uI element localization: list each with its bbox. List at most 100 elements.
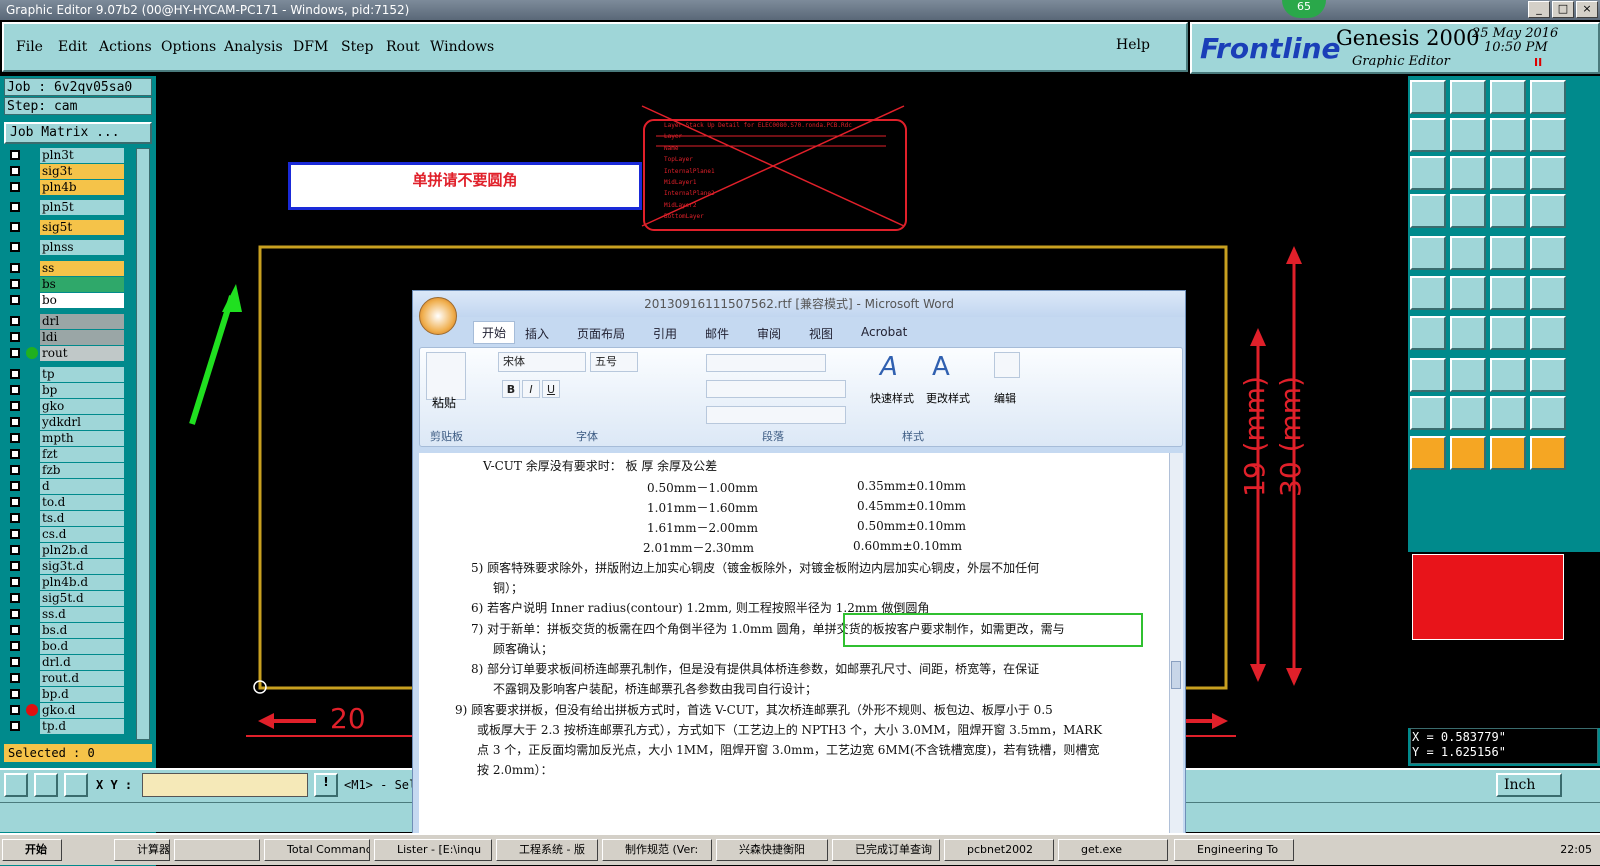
quick-style-label[interactable]: 快速样式 [870,390,914,406]
word-scroll-thumb[interactable] [1171,661,1181,689]
layer-checkbox[interactable] [10,481,20,491]
change-style-icon[interactable]: A [932,352,972,388]
triangle-icon[interactable] [1410,396,1446,430]
save-icon[interactable] [1410,80,1446,114]
mini-view-board[interactable] [1412,554,1564,640]
layer-row-to.d[interactable]: to.d [8,495,124,510]
window-icon[interactable] [1530,80,1566,114]
menu-windows[interactable]: Windows [430,39,494,55]
zoom-left-icon[interactable] [1410,118,1446,152]
layer-row-sig5t.d[interactable]: sig5t.d [8,591,124,606]
text-icon[interactable] [1490,396,1526,430]
layer-checkbox[interactable] [10,449,20,459]
word-scrollbar[interactable] [1169,453,1183,836]
taskbar-item[interactable]: 制作规范 (Ver: [602,839,712,861]
menu-rout[interactable]: Rout [386,39,420,55]
maximize-button[interactable]: □ [1552,1,1574,18]
layer-row-bp[interactable]: bp [8,383,124,398]
layer-row-fzb[interactable]: fzb [8,463,124,478]
shading-buttons[interactable] [706,406,846,424]
menu-dfm[interactable]: DFM [293,39,328,55]
layer-row-bs[interactable]: bs [8,277,124,292]
fit-icon[interactable] [1410,156,1446,190]
layer-row-ss[interactable]: ss [8,261,124,276]
layer-row-bo[interactable]: bo [8,293,124,308]
layers-icon[interactable] [1490,194,1526,228]
bold-button[interactable]: B [502,380,520,398]
align-buttons[interactable] [706,380,846,398]
resize-icon[interactable] [1490,358,1526,392]
layer-checkbox[interactable] [10,641,20,651]
underline-button[interactable]: U [542,380,560,398]
layer-row-bp.d[interactable]: bp.d [8,687,124,702]
layer-checkbox[interactable] [10,433,20,443]
layer-checkbox[interactable] [10,385,20,395]
word-tab-1[interactable]: 插入 [525,325,549,342]
layer-checkbox[interactable] [10,401,20,411]
layer-row-ts.d[interactable]: ts.d [8,511,124,526]
delete-icon[interactable] [1450,276,1486,310]
layer-row-pln4b[interactable]: pln4b [8,180,124,195]
arrow-icon[interactable] [1410,436,1446,470]
list-buttons[interactable] [706,354,826,372]
layer-scrollbar[interactable] [136,148,150,740]
open-icon[interactable] [1450,80,1486,114]
grid-icon[interactable] [64,773,88,797]
quick-style-icon[interactable]: A [880,352,920,388]
box-icon[interactable] [1530,236,1566,270]
font-select[interactable]: 宋体 [498,352,586,372]
connect-icon[interactable] [1410,276,1446,310]
paste-label[interactable]: 粘贴 [432,394,456,411]
layer-checkbox[interactable] [10,182,20,192]
grid-icon[interactable] [1450,194,1486,228]
layer-checkbox[interactable] [10,332,20,342]
layer-row-pln3t[interactable]: pln3t [8,148,124,163]
layer-row-gko[interactable]: gko [8,399,124,414]
binoculars-icon[interactable] [994,352,1020,378]
layer-checkbox[interactable] [10,279,20,289]
taskbar-item[interactable]: 兴森快捷衡阳 [716,839,828,861]
job-matrix-button[interactable]: Job Matrix ... [4,122,152,144]
minimize-button[interactable]: _ [1528,1,1550,18]
taskbar-item[interactable]: 计算器 [114,839,170,861]
taskbar-item[interactable]: pcbnet2002 [944,839,1054,861]
taskbar-item[interactable]: Total Command [264,839,370,861]
word-tab-4[interactable]: 邮件 [705,325,729,342]
layer-row-drl.d[interactable]: drl.d [8,655,124,670]
taskbar-item[interactable]: 已完成订单查询 [832,839,940,861]
edit-label[interactable]: 编辑 [994,390,1016,406]
ruler-icon[interactable] [1490,236,1526,270]
layer-checkbox[interactable] [10,689,20,699]
layer-row-bs.d[interactable]: bs.d [8,623,124,638]
layer-row-tp.d[interactable]: tp.d [8,719,124,734]
home-icon[interactable] [1490,80,1526,114]
layer-checkbox[interactable] [10,705,20,715]
minus-icon[interactable] [1450,358,1486,392]
arrow3-icon[interactable] [1490,436,1526,470]
layer-checkbox[interactable] [10,263,20,273]
layer-row-mpth[interactable]: mpth [8,431,124,446]
frame-icon[interactable] [1530,316,1566,350]
layer-row-pln4b.d[interactable]: pln4b.d [8,575,124,590]
layer-row-fzt[interactable]: fzt [8,447,124,462]
menu-analysis[interactable]: Analysis [224,39,283,55]
layer-checkbox[interactable] [10,545,20,555]
ratio-icon[interactable] [1490,156,1526,190]
size-select[interactable]: 五号 [590,352,638,372]
layer-row-rout[interactable]: rout [8,346,124,361]
layer-checkbox[interactable] [10,625,20,635]
word-window[interactable]: 20130916111507562.rtf [兼容模式] - Microsoft… [412,290,1186,836]
taskbar-item[interactable]: 工程系统 - 版 [496,839,598,861]
layer-checkbox[interactable] [10,369,20,379]
line-icon[interactable] [1410,316,1446,350]
move-icon[interactable] [1490,276,1526,310]
layer-checkbox[interactable] [10,673,20,683]
layer-row-gko.d[interactable]: gko.d [8,703,124,718]
center-icon[interactable] [1450,156,1486,190]
taskbar-item[interactable]: Engineering To [1174,839,1294,861]
layer-checkbox[interactable] [10,417,20,427]
layer-checkbox[interactable] [10,529,20,539]
layer-checkbox[interactable] [10,202,20,212]
word-tab-5[interactable]: 审阅 [757,325,781,342]
word-tab-6[interactable]: 视图 [809,325,833,342]
